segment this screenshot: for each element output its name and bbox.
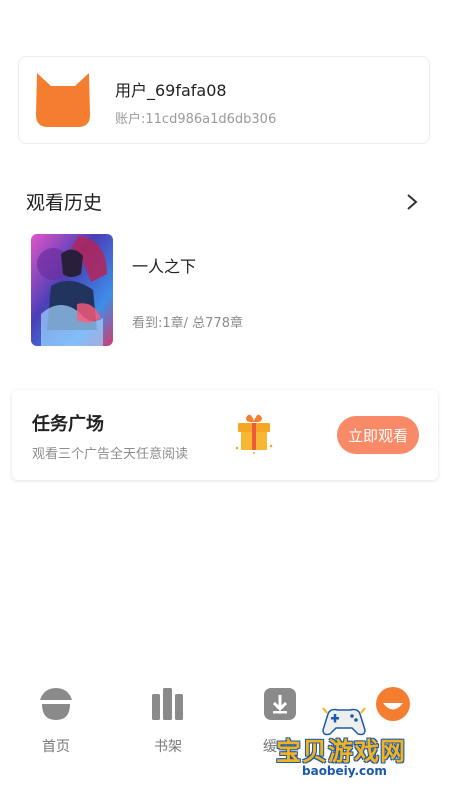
bookshelf-icon (152, 688, 183, 720)
nav-item-home[interactable]: 首页 (11, 680, 101, 760)
nav-label-home: 首页 (42, 739, 70, 755)
book-progress: 看到:1章/ 总778章 (132, 316, 243, 331)
account-id: 账户:11cd986a1d6db306 (115, 112, 277, 127)
watermark-logo: 宝贝游戏网 baobeiy.com (262, 698, 432, 788)
cat-avatar-icon (36, 73, 90, 127)
gift-icon (235, 414, 273, 454)
watermark-text: 宝贝游戏网 (276, 737, 407, 766)
profile-card[interactable]: 用户_69fafa08 账户:11cd986a1d6db306 (18, 56, 430, 144)
profile-name: 用户_69fafa08 (115, 81, 227, 100)
chevron-right-icon[interactable] (402, 190, 422, 214)
nav-item-bookshelf[interactable]: 书架 (123, 680, 213, 760)
nav-label-bookshelf: 书架 (154, 739, 182, 755)
task-card: 任务广场 观看三个广告全天任意阅读 立即观看 (12, 390, 438, 480)
home-acorn-icon (40, 688, 72, 720)
task-title: 任务广场 (32, 414, 104, 435)
book-title[interactable]: 一人之下 (132, 253, 196, 277)
book-cover-art (31, 234, 113, 346)
watch-now-button[interactable]: 立即观看 (337, 416, 419, 454)
watermark-url: baobeiy.com (302, 764, 387, 778)
task-description: 观看三个广告全天任意阅读 (32, 447, 189, 462)
history-section-title: 观看历史 (26, 192, 103, 214)
book-cover[interactable] (31, 234, 113, 346)
